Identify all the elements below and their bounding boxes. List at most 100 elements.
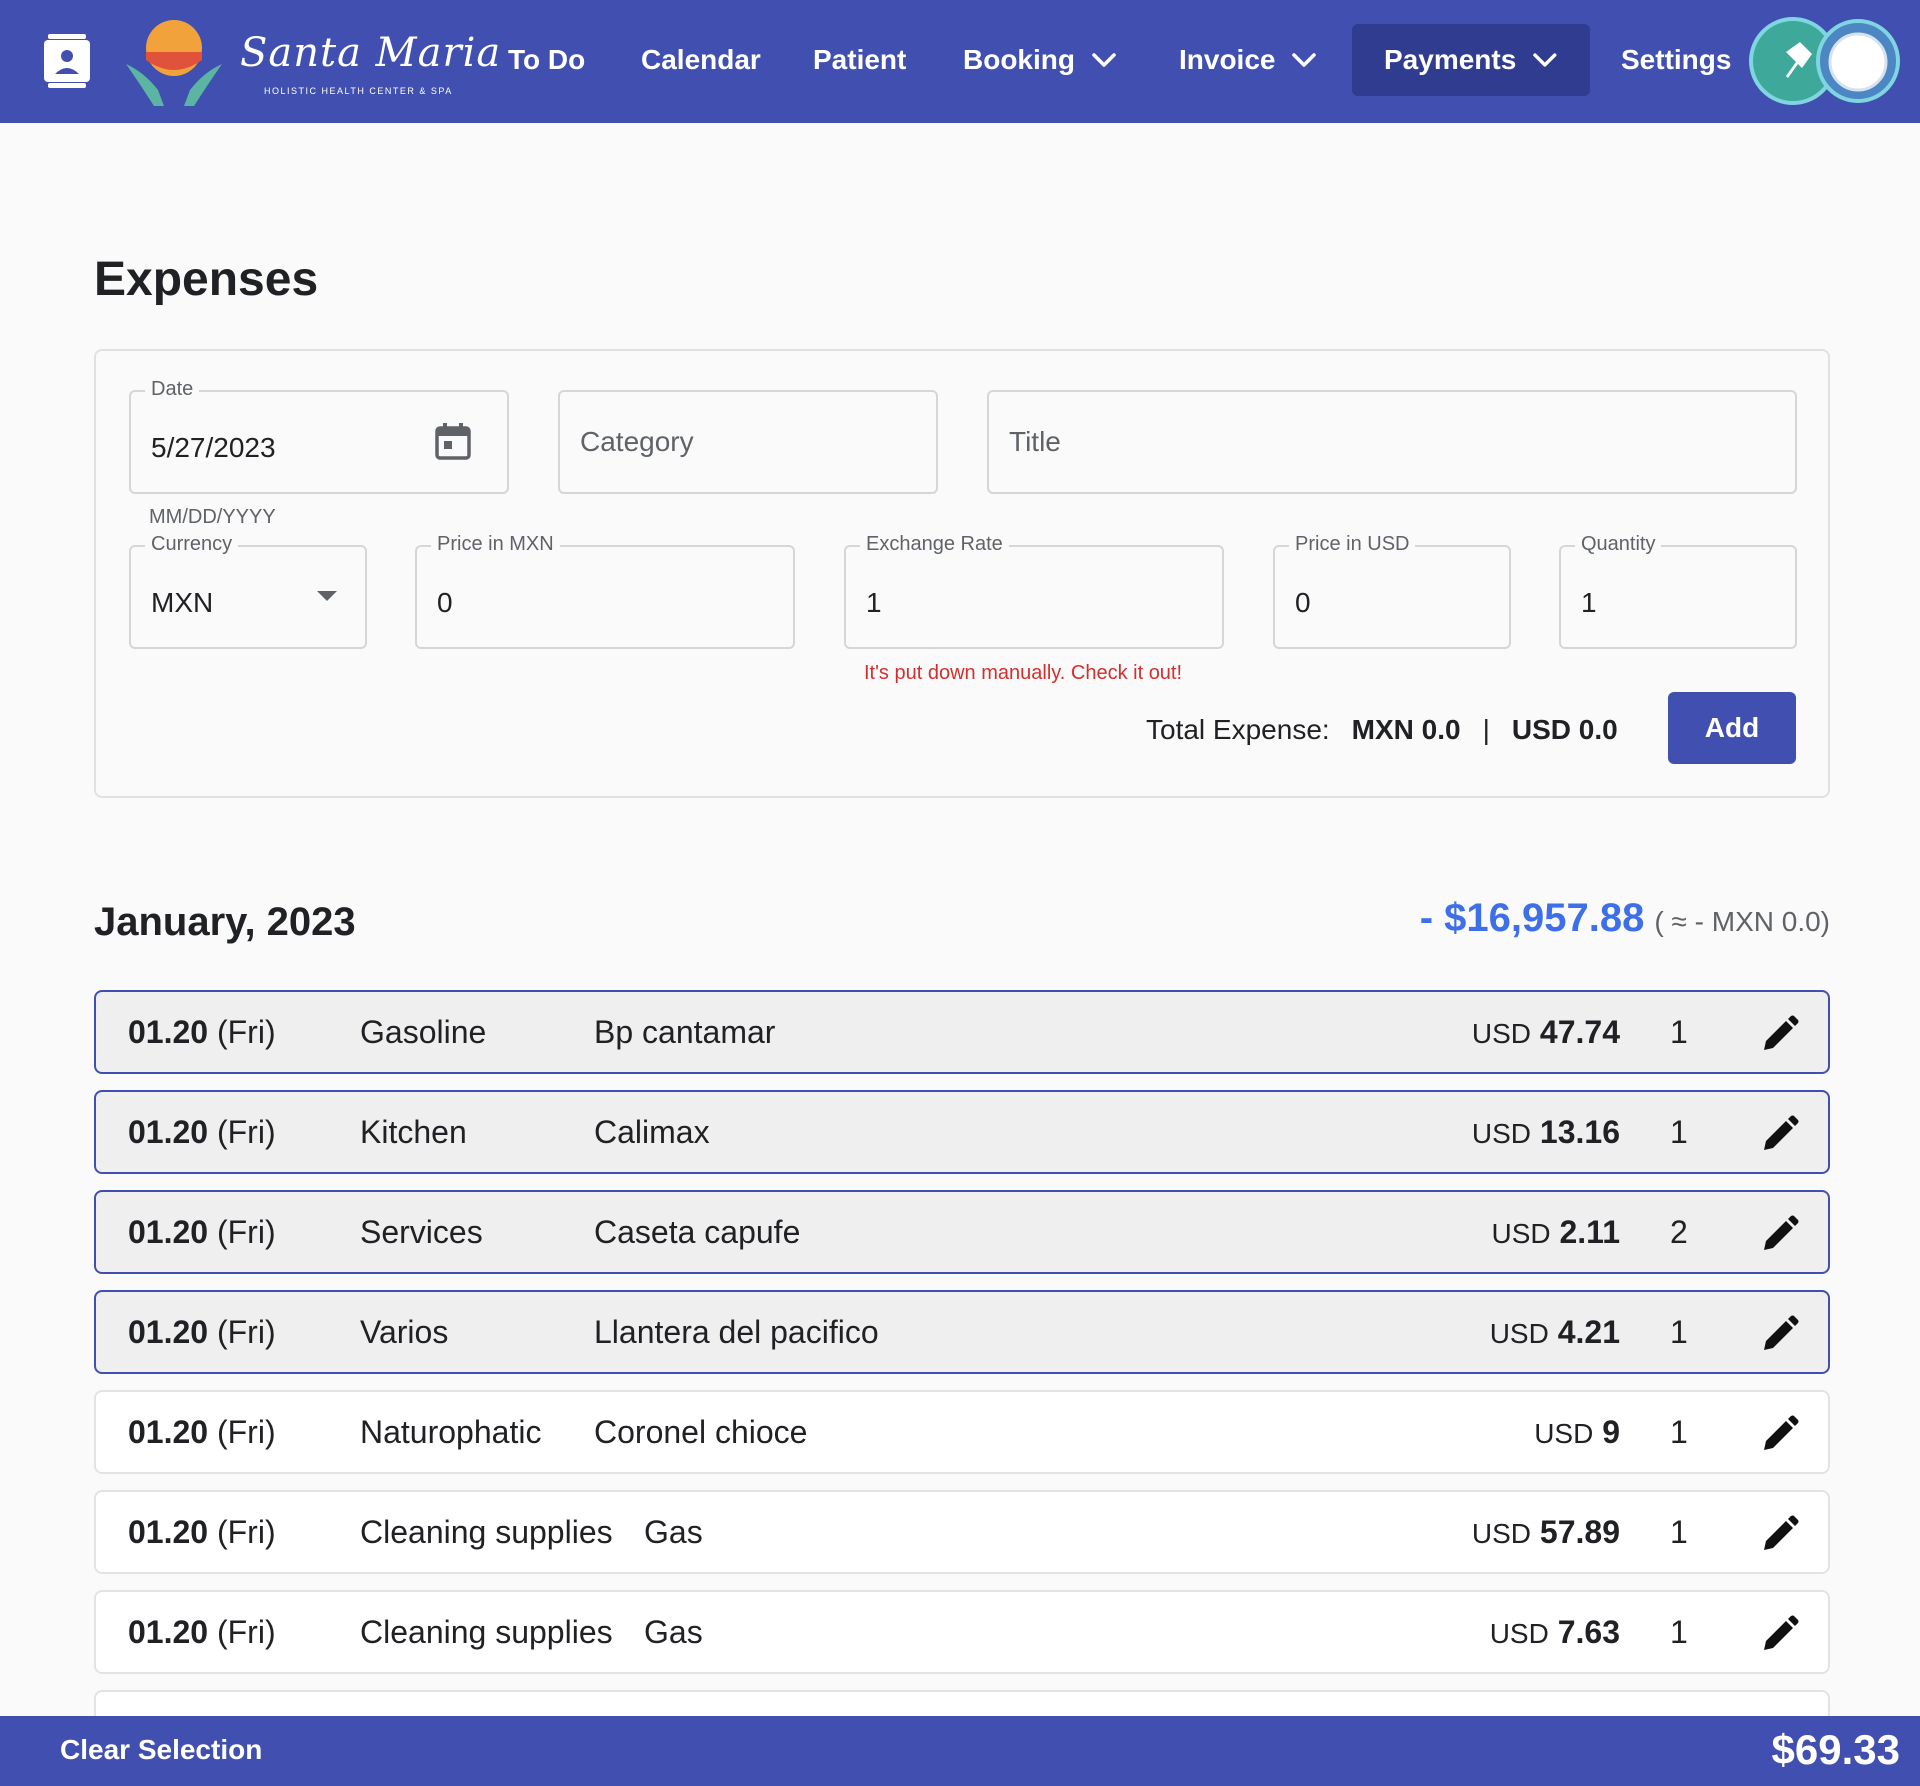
chevron-down-icon: [1092, 53, 1116, 67]
price-usd-value: 0: [1295, 587, 1311, 618]
quantity-value: 1: [1581, 587, 1597, 618]
nav-payments-label: Payments: [1384, 44, 1517, 75]
row-amount-value: 2.11: [1559, 1214, 1620, 1250]
row-amount-value: 13.16: [1539, 1114, 1620, 1150]
edit-pencil-icon[interactable]: [1760, 1414, 1800, 1454]
edit-pencil-icon[interactable]: [1760, 1614, 1800, 1654]
row-title: Bp cantamar: [594, 1014, 776, 1050]
row-day: (Fri): [216, 1614, 276, 1650]
row-category: Gasoline: [360, 1014, 487, 1050]
exchange-rate-field[interactable]: Exchange Rate 1: [844, 533, 1224, 649]
row-category: Varios: [360, 1314, 449, 1350]
clear-selection-button[interactable]: Clear Selection: [60, 1734, 262, 1766]
price-usd-field[interactable]: Price in USD 0: [1273, 533, 1511, 649]
month-title: January, 2023: [94, 900, 356, 944]
exchange-rate-value: 1: [866, 587, 882, 618]
month-sum-conversion: ( ≈ - MXN 0.0): [1654, 906, 1830, 937]
exchange-rate-warning: It's put down manually. Check it out!: [864, 662, 1183, 684]
row-amount: USD 4.21: [1490, 1314, 1620, 1351]
row-category: Services: [360, 1214, 483, 1250]
add-button[interactable]: Add: [1668, 692, 1796, 764]
row-quantity: 1: [1670, 1414, 1688, 1450]
expense-row[interactable]: 01.20 (Fri) Kitchen Calimax USD 13.16 1: [94, 1090, 1830, 1174]
row-date-number: 01.20: [128, 1014, 209, 1050]
user-avatar[interactable]: [1816, 19, 1900, 103]
date-field[interactable]: Date 5/27/2023: [129, 378, 509, 494]
row-quantity: 1: [1670, 1114, 1688, 1150]
date-format-helper: MM/DD/YYYY: [149, 506, 276, 528]
price-mxn-value: 0: [437, 587, 453, 618]
row-currency: USD: [1489, 1318, 1549, 1349]
nav-calendar[interactable]: Calendar: [641, 24, 761, 96]
expense-row[interactable]: 01.20 (Fri) Gasoline Bp cantamar USD 47.74 1: [94, 990, 1830, 1074]
row-currency: USD: [1534, 1418, 1594, 1449]
user-avatars[interactable]: [1748, 16, 1902, 106]
title-field[interactable]: Title: [987, 390, 1797, 494]
nav-patient-label: Patient: [813, 44, 907, 75]
currency-value: MXN: [151, 587, 214, 618]
total-separator: |: [1482, 714, 1490, 745]
total-usd-value: USD 0.0: [1511, 714, 1618, 745]
row-amount: USD 9: [1534, 1414, 1620, 1451]
nav-todo[interactable]: To Do: [508, 24, 585, 96]
row-amount: USD 2.11: [1491, 1214, 1620, 1251]
row-date-number: 01.20: [128, 1214, 209, 1250]
chevron-down-icon: [1292, 53, 1317, 67]
expense-row[interactable]: 01.20 (Fri) Naturophatic Coronel chioce USD…: [94, 1390, 1830, 1474]
date-label: Date: [145, 378, 200, 401]
row-amount: USD 47.74: [1472, 1014, 1620, 1051]
row-title: Gas: [644, 1514, 703, 1550]
chevron-down-icon: [1533, 53, 1557, 67]
row-quantity: 2: [1670, 1214, 1688, 1250]
row-date-number: 01.20: [128, 1614, 209, 1650]
total-expense: Total Expense: MXN 0.0 | USD 0.0: [1146, 710, 1618, 750]
nav-patient[interactable]: Patient: [813, 24, 906, 96]
edit-pencil-icon[interactable]: [1760, 1014, 1800, 1054]
expense-row[interactable]: 01.20 (Fri) Varios Llantera del pacifico US…: [94, 1290, 1830, 1374]
row-title: Gas: [644, 1614, 703, 1650]
expense-row[interactable]: 01.20 (Fri) Cleaning supplies Gas USD 7.63 1: [94, 1590, 1830, 1674]
dropdown-arrow-icon: [317, 591, 337, 601]
nav-invoice-label: Invoice: [1179, 44, 1276, 75]
category-field[interactable]: Category: [558, 390, 938, 494]
price-mxn-field[interactable]: Price in MXN 0: [415, 533, 795, 649]
category-placeholder: Category: [580, 426, 694, 457]
edit-pencil-icon[interactable]: [1760, 1314, 1800, 1354]
row-amount: USD 7.63: [1490, 1614, 1620, 1651]
row-amount: USD 57.89: [1472, 1514, 1620, 1551]
contact-book-icon[interactable]: [44, 34, 90, 88]
month-sum-amount: - $16,957.88: [1419, 896, 1645, 940]
row-day: (Fri): [216, 1414, 276, 1450]
row-category: Naturophatic: [360, 1414, 542, 1450]
row-title: Caseta capufe: [594, 1214, 801, 1250]
santa-maria-logo[interactable]: Santa Maria HOLISTIC HEALTH CENTER & SPA: [122, 12, 500, 112]
nav-calendar-label: Calendar: [641, 44, 761, 75]
expense-row[interactable]: 01.20 (Fri) Services Caseta capufe USD 2.11…: [94, 1190, 1830, 1274]
date-value: 5/27/2023: [151, 432, 276, 463]
edit-pencil-icon[interactable]: [1760, 1514, 1800, 1554]
row-date: 01.20 (Fri): [128, 1614, 276, 1651]
row-amount-value: 7.63: [1557, 1614, 1620, 1650]
row-date-number: 01.20: [128, 1514, 209, 1550]
nav-payments[interactable]: Payments: [1352, 24, 1590, 96]
currency-select[interactable]: Currency MXN: [129, 533, 367, 649]
edit-pencil-icon[interactable]: [1760, 1114, 1800, 1154]
row-currency: USD: [1471, 1118, 1532, 1149]
row-date: 01.20 (Fri): [128, 1514, 276, 1551]
row-day: (Fri): [216, 1214, 276, 1250]
nav-invoice[interactable]: Invoice: [1179, 24, 1317, 96]
edit-pencil-icon[interactable]: [1760, 1214, 1800, 1254]
expense-row[interactable]: 01.20 (Fri) Cleaning supplies Gas USD 57.89…: [94, 1490, 1830, 1574]
title-placeholder: Title: [1009, 426, 1061, 457]
row-quantity: 1: [1670, 1314, 1688, 1350]
row-currency: USD: [1471, 1518, 1532, 1549]
quantity-label: Quantity: [1575, 533, 1662, 556]
price-usd-label: Price in USD: [1289, 533, 1416, 556]
row-amount-value: 57.89: [1539, 1514, 1620, 1550]
quantity-field[interactable]: Quantity 1: [1559, 533, 1797, 649]
nav-settings[interactable]: Settings: [1621, 24, 1731, 96]
nav-todo-label: To Do: [508, 44, 586, 75]
row-category: Cleaning supplies: [360, 1514, 613, 1550]
calendar-icon[interactable]: [435, 422, 471, 460]
nav-booking[interactable]: Booking: [963, 24, 1117, 96]
